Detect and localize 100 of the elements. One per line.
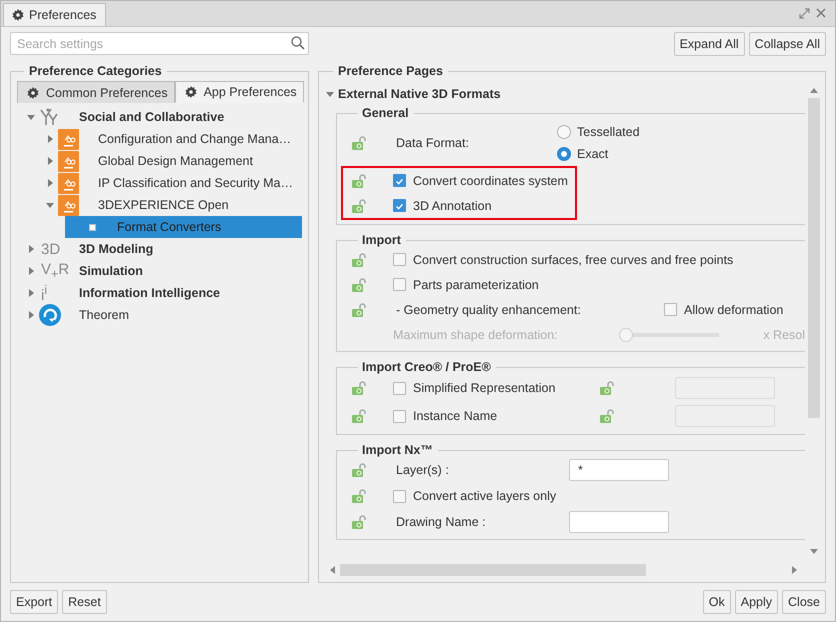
section-header[interactable]: External Native 3D Formats (326, 84, 805, 104)
group-title: Import Nx™ (361, 443, 434, 457)
tree-label: Social and Collaborative (79, 110, 224, 124)
dialog-button[interactable]: Export (10, 590, 58, 614)
checkbox-label: Instance Name (413, 409, 498, 423)
app-symbol: V$_{+}$R (41, 261, 70, 281)
toolbar-button[interactable]: Collapse All (748, 32, 826, 56)
unlock-icon (351, 276, 368, 292)
tree-item[interactable]: 3DEXPERIENCE Open (46, 194, 302, 216)
tab-label: App Preferences (204, 85, 297, 99)
unlock-icon (351, 514, 368, 530)
close-icon[interactable] (816, 8, 826, 18)
scroll-up-icon[interactable] (810, 87, 818, 93)
unlock-icon (351, 488, 368, 504)
caret-icon[interactable] (27, 113, 35, 121)
checkbox[interactable] (393, 253, 406, 266)
tree-label: Theorem (79, 308, 130, 322)
unlock-icon (351, 172, 368, 188)
caret-icon[interactable] (27, 245, 35, 253)
app-tile-icon (58, 128, 79, 150)
group-title: General (361, 106, 410, 120)
checkbox[interactable] (664, 303, 677, 316)
text-field[interactable]: * (569, 459, 669, 482)
unlock-icon (351, 302, 368, 318)
field-label: Drawing Name : (396, 514, 487, 529)
window-tab[interactable]: Preferences (3, 3, 106, 26)
group-title: Import Creo® / ProE® (361, 360, 492, 374)
checkbox-label: Simplified Representation (413, 381, 556, 395)
unlock-icon (351, 252, 368, 268)
checkbox-label: Allow deformation (684, 302, 784, 316)
gear-icon (12, 9, 24, 21)
tree-item[interactable]: Theorem (27, 304, 302, 326)
tree-label: Simulation (79, 264, 143, 278)
caret-icon[interactable] (27, 311, 35, 319)
caret-icon[interactable] (46, 201, 54, 209)
caret-icon[interactable] (326, 90, 334, 98)
checkbox[interactable] (393, 278, 406, 291)
window-title: Preferences (29, 8, 96, 22)
tab[interactable]: Common Preferences (17, 81, 175, 103)
tree-item[interactable]: i$^{i}$ Information Intelligence (27, 282, 302, 304)
caret-icon[interactable] (27, 267, 35, 275)
dialog-button[interactable]: Close (782, 590, 826, 614)
people-icon (39, 108, 59, 126)
checkbox-label: Convert coordinates system (413, 174, 568, 188)
toolbar-button[interactable]: Expand All (674, 32, 745, 56)
tree-item[interactable]: Format Converters (65, 216, 302, 238)
section-title: External Native 3D Formats (338, 87, 501, 101)
square-icon (89, 224, 96, 230)
gear-icon (184, 86, 197, 98)
radio-button[interactable] (557, 125, 571, 139)
tree-item[interactable]: 3D 3D Modeling (27, 238, 302, 260)
caret-icon[interactable] (46, 179, 54, 187)
unit-label: x Resol (763, 328, 805, 342)
dialog-button[interactable]: Ok (702, 590, 731, 614)
checkbox-label: 3D Annotation (413, 198, 492, 212)
caret-icon[interactable] (46, 157, 54, 165)
dialog-button[interactable]: Reset (62, 590, 107, 614)
tree-item[interactable]: Configuration and Change Mana… (46, 128, 302, 150)
unlock-icon (599, 408, 616, 424)
radio-button[interactable] (557, 147, 571, 161)
checkbox[interactable] (393, 410, 406, 422)
tree-item[interactable]: Global Design Management (46, 150, 302, 172)
app-tile-icon (58, 172, 79, 194)
checkbox[interactable] (393, 199, 406, 212)
app-symbol: 3D (41, 240, 60, 258)
tree-label: Configuration and Change Mana… (98, 132, 292, 146)
field-label: Data Format: (396, 136, 470, 150)
tree-item[interactable]: IP Classification and Security Ma… (46, 172, 302, 194)
tree-label: 3D Modeling (79, 242, 154, 256)
caret-icon[interactable] (46, 135, 54, 143)
app-tile-icon (58, 194, 79, 216)
unlock-icon (351, 408, 368, 424)
unlock-icon (351, 462, 368, 478)
tree-item[interactable]: Social and Collaborative (27, 106, 302, 128)
app-tile-icon (58, 150, 79, 172)
checkbox[interactable] (393, 490, 406, 502)
field-label: - Geometry quality enhancement: (396, 302, 582, 316)
search-field[interactable]: Search settings (10, 32, 309, 55)
panel-title: Preference Categories (28, 64, 163, 78)
checkbox-label: Convert active layers only (413, 489, 556, 503)
search-icon[interactable] (291, 36, 305, 50)
field-label: Layer(s) : (396, 463, 450, 478)
text-field[interactable] (569, 510, 669, 533)
scroll-left-icon[interactable] (329, 566, 335, 574)
group-title: Import (361, 233, 402, 247)
tree-item[interactable]: V$_{+}$R Simulation (27, 260, 302, 282)
tree-label: 3DEXPERIENCE Open (98, 198, 229, 212)
scroll-down-icon[interactable] (810, 549, 818, 555)
tree-label: Global Design Management (98, 154, 253, 168)
scrollbar-thumb[interactable] (808, 98, 820, 418)
tab[interactable]: App Preferences (174, 81, 304, 103)
caret-icon[interactable] (27, 289, 35, 297)
checkbox[interactable] (393, 174, 406, 187)
scroll-right-icon[interactable] (792, 566, 798, 574)
checkbox[interactable] (393, 382, 406, 394)
dialog-button[interactable]: Apply (734, 590, 778, 614)
field-label: Maximum shape deformation: (393, 328, 559, 342)
tree-label: IP Classification and Security Ma… (98, 176, 293, 190)
scrollbar-thumb[interactable] (340, 564, 646, 576)
resize-icon[interactable] (799, 8, 810, 19)
